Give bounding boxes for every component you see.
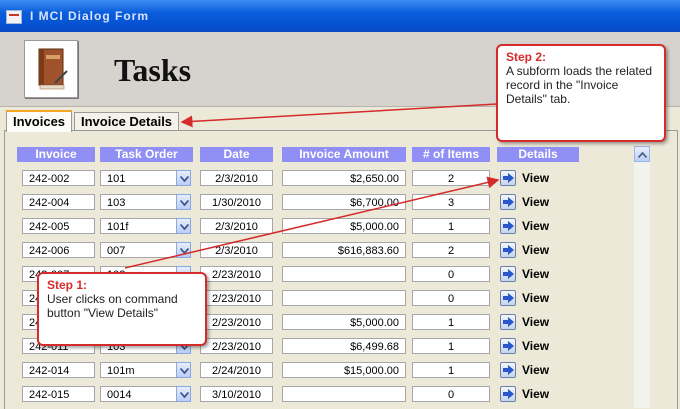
callout-step1: Step 1: User clicks on command button "V… — [37, 272, 207, 346]
callout-step2: Step 2: A subform loads the related reco… — [496, 44, 666, 142]
arrow-step1 — [124, 176, 500, 269]
callout-step2-title: Step 2: — [506, 50, 547, 64]
callout-step2-text: A subform loads the related record in th… — [506, 64, 653, 106]
arrow-step2 — [180, 103, 498, 128]
callout-step1-title: Step 1: — [47, 278, 88, 292]
callout-step1-text: User clicks on command button "View Deta… — [47, 292, 178, 320]
